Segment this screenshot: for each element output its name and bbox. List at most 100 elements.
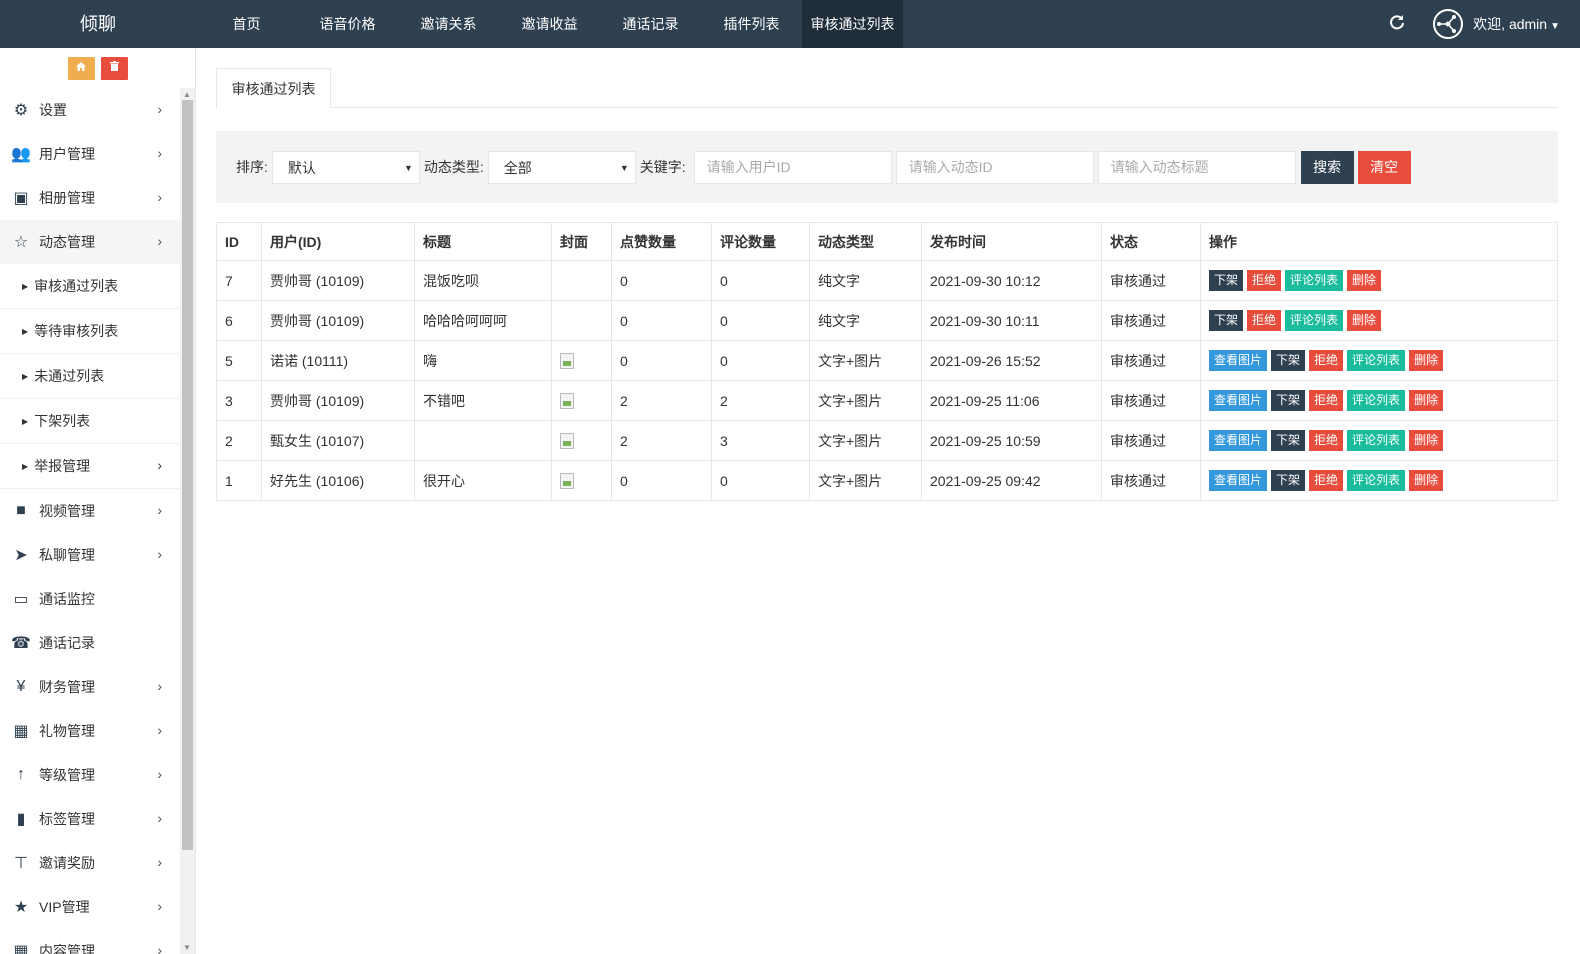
nav-item-0[interactable]: 首页 bbox=[196, 0, 297, 48]
keyword-label: 关键字: bbox=[639, 159, 686, 175]
cell-status: 审核通过 bbox=[1101, 420, 1201, 461]
delete-button[interactable]: 删除 bbox=[1347, 270, 1382, 291]
scroll-down-icon[interactable]: ▼ bbox=[183, 943, 191, 952]
reject-button[interactable]: 拒绝 bbox=[1247, 310, 1282, 331]
title-input[interactable] bbox=[1097, 150, 1296, 184]
welcome-text: 欢迎, admin bbox=[1473, 16, 1548, 32]
level-up-icon: ↑ bbox=[17, 766, 25, 783]
broken-image-icon[interactable] bbox=[560, 353, 574, 370]
view-image-button[interactable]: 查看图片 bbox=[1209, 470, 1268, 491]
scroll-up-icon[interactable]: ▲ bbox=[183, 90, 191, 99]
user-id-input[interactable] bbox=[693, 150, 892, 184]
reject-button[interactable]: 拒绝 bbox=[1309, 390, 1344, 411]
sidebar-item-2[interactable]: ▣ 相册管理 › bbox=[0, 176, 180, 220]
nav-item-3[interactable]: 邀请收益 bbox=[499, 0, 600, 48]
search-button[interactable]: 搜索 bbox=[1300, 150, 1354, 184]
sidebar-scrollbar[interactable]: ▲ ▼ bbox=[180, 88, 195, 954]
sidebar-item-label: 邀请奖励 bbox=[39, 855, 95, 871]
take-down-button[interactable]: 下架 bbox=[1271, 430, 1306, 451]
delete-button[interactable]: 删除 bbox=[1409, 470, 1444, 491]
take-down-button[interactable]: 下架 bbox=[1271, 470, 1306, 491]
refresh-icon[interactable] bbox=[1377, 14, 1417, 35]
chevron-right-icon: › bbox=[157, 233, 162, 249]
take-down-button[interactable]: 下架 bbox=[1209, 310, 1244, 331]
trash-button[interactable] bbox=[100, 56, 128, 80]
cell-id: 2 bbox=[216, 420, 262, 461]
table-header-row: ID 用户(ID) 标题 封面 点赞数量 评论数量 动态类型 发布时间 状态 操… bbox=[216, 222, 1558, 261]
sidebar-item-11[interactable]: ▮ 标签管理 › bbox=[0, 797, 180, 841]
view-image-button[interactable]: 查看图片 bbox=[1209, 350, 1268, 371]
scroll-thumb[interactable] bbox=[182, 100, 193, 850]
clear-button[interactable]: 清空 bbox=[1357, 150, 1411, 184]
sidebar-item-9[interactable]: ▦ 礼物管理 › bbox=[0, 709, 180, 753]
gift-icon: ▦ bbox=[13, 723, 29, 740]
sidebar-item-12[interactable]: ⊤ 邀请奖励 › bbox=[0, 841, 180, 885]
user-menu[interactable]: 欢迎, admin ▼ bbox=[1473, 14, 1560, 34]
dynamic-id-input[interactable] bbox=[895, 150, 1094, 184]
cell-title: 很开心 bbox=[414, 460, 552, 501]
chevron-right-icon: › bbox=[157, 145, 162, 161]
comment-list-button[interactable]: 评论列表 bbox=[1347, 430, 1406, 451]
action-group: 查看图片 下架 拒绝 评论列表 删除 bbox=[1209, 350, 1549, 371]
sidebar-item-8[interactable]: ¥ 财务管理 › bbox=[0, 665, 180, 709]
home-button[interactable] bbox=[67, 56, 95, 80]
sort-select[interactable]: 默认 ▼ bbox=[271, 150, 420, 184]
comment-list-button[interactable]: 评论列表 bbox=[1347, 390, 1406, 411]
view-image-button[interactable]: 查看图片 bbox=[1209, 430, 1268, 451]
sidebar-subitem-2[interactable]: ▶ 未通过列表 bbox=[0, 354, 180, 399]
sidebar-subitem-label: 审核通过列表 bbox=[34, 278, 119, 294]
tab-approved-list[interactable]: 审核通过列表 bbox=[216, 68, 331, 109]
sidebar-item-4[interactable]: ■ 视频管理 › bbox=[0, 489, 180, 533]
nav-item-1[interactable]: 语音价格 bbox=[297, 0, 398, 48]
nav-item-2[interactable]: 邀请关系 bbox=[398, 0, 499, 48]
sidebar-subitem-3[interactable]: ▶ 下架列表 bbox=[0, 399, 180, 444]
nav-item-5[interactable]: 插件列表 bbox=[701, 0, 802, 48]
take-down-button[interactable]: 下架 bbox=[1271, 390, 1306, 411]
cell-comments: 3 bbox=[711, 420, 810, 461]
cell-title bbox=[414, 420, 552, 461]
delete-button[interactable]: 删除 bbox=[1409, 430, 1444, 451]
broken-image-icon[interactable] bbox=[560, 433, 574, 450]
nav-item-4[interactable]: 通话记录 bbox=[600, 0, 701, 48]
delete-button[interactable]: 删除 bbox=[1409, 350, 1444, 371]
sidebar-subitem-4[interactable]: ▶ 举报管理 › bbox=[0, 444, 180, 489]
delete-button[interactable]: 删除 bbox=[1347, 310, 1382, 331]
sidebar-subitem-1[interactable]: ▶ 等待审核列表 bbox=[0, 309, 180, 354]
take-down-button[interactable]: 下架 bbox=[1209, 270, 1244, 291]
broken-image-icon[interactable] bbox=[560, 473, 574, 490]
reject-button[interactable]: 拒绝 bbox=[1309, 350, 1344, 371]
sidebar-item-7[interactable]: ☎ 通话记录 bbox=[0, 621, 180, 665]
sidebar-item-label: 通话记录 bbox=[39, 635, 95, 651]
comment-list-button[interactable]: 评论列表 bbox=[1285, 270, 1344, 291]
view-image-button[interactable]: 查看图片 bbox=[1209, 390, 1268, 411]
sidebar-item-3[interactable]: ☆ 动态管理 › bbox=[0, 220, 180, 264]
yen-icon: ¥ bbox=[16, 678, 26, 695]
brand-logo[interactable]: 倾聊 bbox=[0, 0, 196, 48]
sidebar-item-label: 内容管理 bbox=[39, 943, 95, 954]
reject-button[interactable]: 拒绝 bbox=[1309, 470, 1344, 491]
comment-list-button[interactable]: 评论列表 bbox=[1285, 310, 1344, 331]
comment-list-button[interactable]: 评论列表 bbox=[1347, 470, 1406, 491]
sidebar-item-5[interactable]: ➤ 私聊管理 › bbox=[0, 533, 180, 577]
take-down-button[interactable]: 下架 bbox=[1271, 350, 1306, 371]
sidebar-subitem-0[interactable]: ▶ 审核通过列表 bbox=[0, 264, 180, 309]
broken-image-icon[interactable] bbox=[560, 393, 574, 410]
sidebar-item-label: 私聊管理 bbox=[39, 547, 95, 563]
table-row: 7 贾帅哥 (10109) 混饭吃呗 0 0 纯文字 2021-09-30 10:12 审核通… bbox=[216, 260, 1558, 301]
cell-type: 文字+图片 bbox=[809, 460, 922, 501]
nav-item-6[interactable]: 审核通过列表 bbox=[802, 0, 903, 48]
sidebar-item-1[interactable]: 👥 用户管理 › bbox=[0, 132, 180, 176]
type-select[interactable]: 全部 ▼ bbox=[487, 150, 636, 184]
cell-id: 6 bbox=[216, 300, 262, 341]
reject-button[interactable]: 拒绝 bbox=[1247, 270, 1282, 291]
delete-button[interactable]: 删除 bbox=[1409, 390, 1444, 411]
sidebar-item-14[interactable]: ▦ 内容管理 › bbox=[0, 929, 180, 954]
comment-list-button[interactable]: 评论列表 bbox=[1347, 350, 1406, 371]
sidebar-item-10[interactable]: ↑ 等级管理 › bbox=[0, 753, 180, 797]
sidebar-item-0[interactable]: ⚙ 设置 › bbox=[0, 88, 180, 132]
reject-button[interactable]: 拒绝 bbox=[1309, 430, 1344, 451]
avatar[interactable] bbox=[1433, 9, 1464, 39]
sidebar-item-6[interactable]: ▭ 通话监控 bbox=[0, 577, 180, 621]
cell-type: 纯文字 bbox=[809, 260, 922, 301]
sidebar-item-13[interactable]: ★ VIP管理 › bbox=[0, 885, 180, 929]
